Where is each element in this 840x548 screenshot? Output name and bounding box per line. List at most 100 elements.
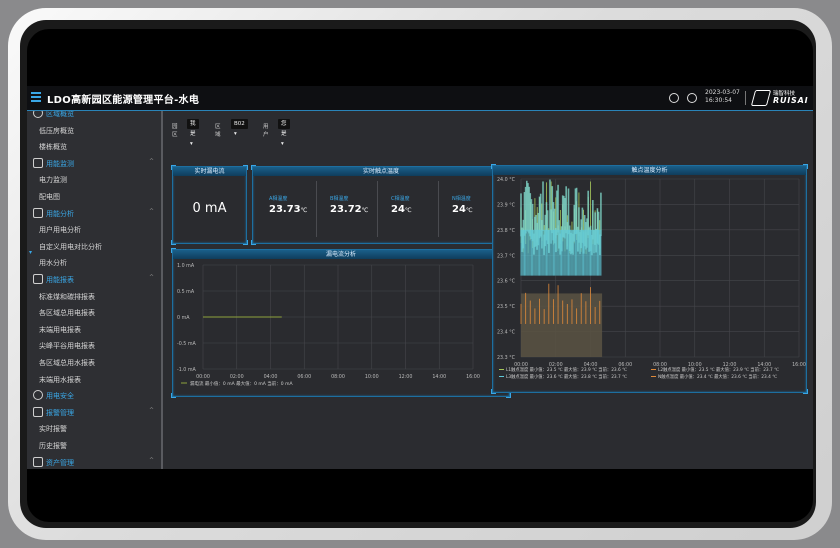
sidebar-item[interactable]: 尖峰平谷用电报表: [27, 337, 161, 353]
sidebar-section[interactable]: 用能报表 ^: [27, 271, 161, 287]
phase-temp-number: 24: [452, 204, 466, 215]
sidebar-item[interactable]: 标准煤和碳排报表: [27, 288, 161, 304]
phase-temp-number: 24: [391, 204, 405, 215]
chevron-up-icon: ^: [149, 274, 155, 281]
x-tick-label: 12:00: [399, 374, 413, 380]
area-fill: [521, 293, 603, 357]
database-icon: [33, 274, 43, 284]
menu-icon[interactable]: [31, 92, 41, 104]
panel-title: 漏电流分析: [173, 250, 509, 259]
panel-corner: [171, 240, 176, 245]
sidebar-item[interactable]: 各区域总用水报表: [27, 354, 161, 370]
sidebar-item-label: 各区域总用电报表: [39, 309, 95, 318]
panel-corner: [506, 393, 511, 398]
top-header: LDO高新园区能源管理平台-水电 2023-03-07 16:30:54 瑞智科…: [27, 86, 813, 111]
sidebar-section[interactable]: 区域概览 ^: [27, 111, 161, 121]
phase-temp-label: C相温度: [391, 196, 410, 202]
sidebar: 区域概览 ^ 低压房概览 楼栋概览 用能监测 ^ 电力监测 配电图 用能分析 ^ 用户用电分析 自定义…: [27, 111, 163, 469]
sidebar-item[interactable]: 电力监测: [27, 171, 161, 187]
phase-temp-unit: ℃: [300, 207, 308, 214]
clock-icon: [33, 111, 43, 118]
sidebar-section-label: 报警管理: [46, 408, 74, 417]
sidebar-section[interactable]: 用电安全: [27, 387, 161, 403]
leakage-current-value: 0 mA: [192, 201, 227, 216]
y-tick-label: 23.7 °C: [497, 253, 516, 259]
sidebar-item[interactable]: 配电图: [27, 188, 161, 204]
user-select[interactable]: 您是 ▾: [278, 119, 290, 147]
sidebar-item[interactable]: 用水分析: [27, 254, 161, 270]
sidebar-item-label: 低压房概览: [39, 126, 74, 135]
sidebar-item[interactable]: 楼栋概览: [27, 138, 161, 154]
panel-corner: [803, 164, 808, 169]
sidebar-section[interactable]: 用能分析 ^: [27, 205, 161, 221]
sidebar-section-label: 用能监测: [46, 159, 74, 168]
phase-temp-unit: ℃: [361, 207, 369, 214]
contact-temp-chart: 24.0 °C 23.9 °C 23.8 °C 23.7 °C 23.6 °C 23.5 …: [497, 177, 806, 380]
sidebar-item-label: 用户用电分析: [39, 226, 81, 235]
sidebar-item[interactable]: 各区域总用电报表: [27, 304, 161, 320]
phase-temp-value: 23.72℃: [330, 204, 368, 215]
sidebar-item-label: 末端用水报表: [39, 375, 81, 384]
sidebar-section-label: 区域概览: [46, 111, 74, 118]
database-icon: [33, 456, 43, 467]
sidebar-section[interactable]: 报警管理 ^: [27, 404, 161, 420]
sidebar-item-label: 实时报警: [39, 425, 67, 434]
x-tick-label: 14:00: [432, 374, 446, 380]
y-tick-label: 1.0 mA: [177, 263, 195, 269]
x-tick-label: 04:00: [264, 374, 278, 380]
chevron-up-icon: ^: [149, 111, 155, 115]
area-select[interactable]: 我是 ▾: [187, 119, 199, 147]
panel-title: 触点温度分析: [493, 166, 806, 175]
sidebar-item-label: 电力监测: [39, 176, 67, 185]
y-tick-label: 0 mA: [177, 315, 190, 321]
sidebar-item[interactable]: 用户用电分析: [27, 221, 161, 237]
phase-temp-cell: A相温度 23.73℃: [255, 181, 317, 237]
y-tick-label: -0.5 mA: [177, 341, 197, 347]
sidebar-item[interactable]: 实时报警: [27, 420, 161, 436]
x-tick-label: 10:00: [365, 374, 379, 380]
header-date: 2023-03-07: [705, 89, 740, 96]
sidebar-item[interactable]: 低压房概览: [27, 122, 161, 138]
y-tick-label: 23.8 °C: [497, 228, 516, 234]
sidebar-item[interactable]: 末端用水报表: [27, 371, 161, 387]
sidebar-item-label: 各区域总用水报表: [39, 359, 95, 367]
collapse-indicator-icon: ▾: [29, 249, 33, 256]
leakage-chart: 1.0 mA 0.5 mA 0 mA -0.5 mA -1.0 mA00:00 02:00…: [177, 263, 480, 387]
phase-temp-value: 24℃: [452, 204, 473, 215]
settings-icon[interactable]: [669, 93, 679, 103]
y-tick-label: 0.5 mA: [177, 289, 195, 295]
header-time: 16:30:54: [705, 97, 732, 104]
leakage-chart-panel: 漏电流分析 1.0 mA 0.5 mA 0 mA -0.5 mA -1.0 mA 00:0…: [171, 248, 511, 398]
sidebar-item-label: 配电图: [39, 193, 60, 201]
zone-select[interactable]: B02 ▾: [231, 119, 248, 137]
panel-corner: [251, 240, 256, 245]
sidebar-item[interactable]: 末端用电报表: [27, 321, 161, 337]
chevron-up-icon: ^: [149, 207, 155, 215]
contact-temperature-panel: 实时触点温度 A相温度 23.73℃ B相温度 23.72℃ C相温度 24℃ N相温度 24…: [251, 165, 511, 245]
panel-corner: [171, 393, 176, 398]
legend-entry: L2触点温度 最小值：23.5 ℃ 最大值：23.9 ℃ 当前：23.7 ℃: [658, 366, 779, 373]
sidebar-section-label: 用能分析: [46, 209, 74, 218]
company-logo: 瑞智科技 RUISAI: [750, 89, 811, 107]
app-window: LDO高新园区能源管理平台-水电 2023-03-07 16:30:54 瑞智科…: [27, 86, 813, 469]
panel-corner: [803, 389, 808, 394]
y-tick-label: 23.3 °C: [497, 355, 516, 361]
sidebar-section[interactable]: 资产管理 ^: [27, 454, 161, 469]
area-select-value: 我是: [190, 121, 196, 137]
y-tick-label: 23.4 °C: [497, 330, 516, 336]
sidebar-item[interactable]: 自定义用电对比分析: [27, 238, 161, 254]
user-icon[interactable]: [687, 93, 697, 103]
header-datetime: 2023-03-07 16:30:54: [705, 89, 740, 105]
x-tick-label: 08:00: [331, 374, 345, 380]
panel-corner: [171, 248, 176, 253]
user-select-value: 您是: [281, 121, 287, 137]
sidebar-section[interactable]: 用能监测 ^: [27, 155, 161, 171]
phase-temp-unit: ℃: [465, 207, 473, 214]
sidebar-item[interactable]: 历史报警: [27, 437, 161, 453]
chevron-up-icon: ^: [149, 406, 155, 414]
x-tick-label: 16:00: [792, 362, 806, 368]
sidebar-section-label: 用电安全: [46, 392, 74, 401]
logo-mark-icon: [750, 90, 772, 106]
phase-temp-cell: C相温度 24℃: [377, 181, 439, 237]
panel-corner: [171, 165, 176, 170]
